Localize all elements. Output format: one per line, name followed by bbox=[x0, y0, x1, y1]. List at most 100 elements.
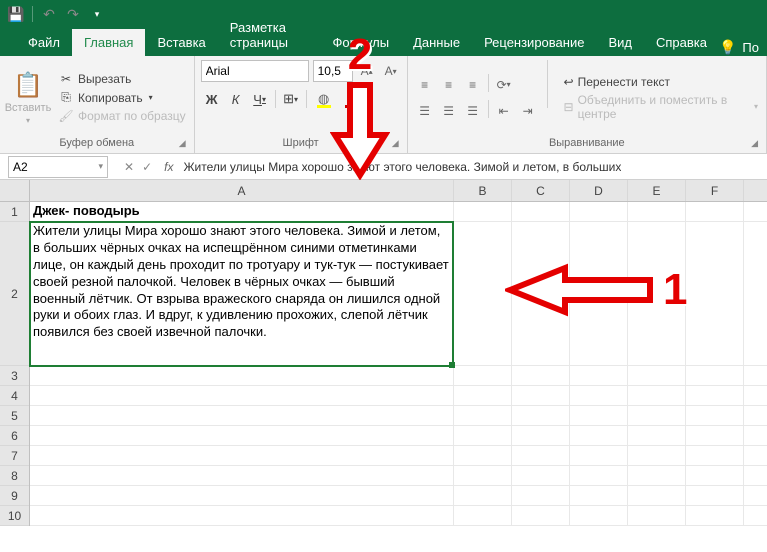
column-header[interactable]: D bbox=[570, 180, 628, 201]
qat-customize-icon[interactable]: ▾ bbox=[87, 4, 107, 24]
cell[interactable] bbox=[628, 466, 686, 486]
cell[interactable] bbox=[512, 202, 570, 222]
align-middle-button[interactable]: ≡ bbox=[438, 74, 460, 96]
redo-icon[interactable]: ↷ bbox=[63, 4, 83, 24]
cell[interactable] bbox=[454, 222, 512, 366]
row-header[interactable]: 4 bbox=[0, 386, 29, 406]
underline-button[interactable]: Ч▾ bbox=[249, 88, 271, 110]
row-header[interactable]: 10 bbox=[0, 506, 29, 526]
tab-help[interactable]: Справка bbox=[644, 29, 719, 56]
row-header-2[interactable]: 2 bbox=[0, 222, 29, 366]
formula-input[interactable]: Жители улицы Мира хорошо знают этого чел… bbox=[179, 160, 621, 174]
cell[interactable] bbox=[570, 466, 628, 486]
tab-file[interactable]: Файл bbox=[16, 29, 72, 56]
font-name-select[interactable] bbox=[201, 60, 309, 82]
tab-formulas[interactable]: Формулы bbox=[321, 29, 402, 56]
fill-color-button[interactable]: ◍ bbox=[311, 88, 337, 110]
cell[interactable] bbox=[512, 506, 570, 526]
row-header[interactable]: 7 bbox=[0, 446, 29, 466]
cell[interactable] bbox=[628, 486, 686, 506]
tab-pagelayout[interactable]: Разметка страницы bbox=[218, 14, 321, 56]
cell[interactable] bbox=[30, 406, 454, 425]
paste-button[interactable]: 📋 Вставить ▾ bbox=[6, 60, 50, 135]
row-header[interactable]: 8 bbox=[0, 466, 29, 486]
align-bottom-button[interactable]: ≡ bbox=[462, 74, 484, 96]
name-box[interactable]: A2 ▾ bbox=[8, 156, 108, 178]
cell[interactable] bbox=[628, 386, 686, 406]
save-icon[interactable]: 💾 bbox=[6, 4, 26, 24]
cell[interactable] bbox=[570, 506, 628, 526]
cell[interactable] bbox=[628, 366, 686, 386]
cell[interactable] bbox=[512, 446, 570, 466]
cell[interactable] bbox=[570, 386, 628, 406]
bold-button[interactable]: Ж bbox=[201, 88, 223, 110]
cell[interactable] bbox=[454, 386, 512, 406]
italic-button[interactable]: К bbox=[225, 88, 247, 110]
column-header[interactable]: E bbox=[628, 180, 686, 201]
cell[interactable] bbox=[570, 366, 628, 386]
align-right-button[interactable]: ☰ bbox=[462, 100, 484, 122]
cell-a2[interactable]: Жители улицы Мира хорошо знают этого чел… bbox=[30, 222, 454, 365]
cell[interactable] bbox=[686, 506, 744, 526]
cancel-icon[interactable]: ✕ bbox=[124, 160, 134, 174]
column-header[interactable]: F bbox=[686, 180, 744, 201]
cell[interactable] bbox=[686, 386, 744, 406]
cell[interactable] bbox=[30, 386, 454, 405]
cell[interactable] bbox=[512, 366, 570, 386]
cell[interactable] bbox=[686, 466, 744, 486]
cell[interactable] bbox=[686, 202, 744, 222]
cell[interactable] bbox=[686, 486, 744, 506]
cut-button[interactable]: ✂ Вырезать bbox=[56, 71, 188, 87]
cell[interactable] bbox=[454, 506, 512, 526]
cell[interactable] bbox=[570, 222, 628, 366]
cell[interactable] bbox=[628, 222, 686, 366]
increase-indent-button[interactable]: ⇥ bbox=[517, 100, 539, 122]
cell[interactable] bbox=[570, 406, 628, 426]
orientation-button[interactable]: ⟳▾ bbox=[493, 74, 515, 96]
fx-icon[interactable]: fx bbox=[158, 160, 179, 174]
cell[interactable] bbox=[454, 446, 512, 466]
cell[interactable] bbox=[686, 222, 744, 366]
column-header-a[interactable]: A bbox=[30, 180, 454, 201]
tell-me-label[interactable]: По bbox=[742, 40, 759, 55]
cell[interactable] bbox=[454, 202, 512, 222]
align-left-button[interactable]: ☰ bbox=[414, 100, 436, 122]
row-header[interactable]: 5 bbox=[0, 406, 29, 426]
select-all-corner[interactable] bbox=[0, 180, 29, 202]
cell[interactable] bbox=[512, 222, 570, 366]
column-header[interactable]: B bbox=[454, 180, 512, 201]
row-header[interactable]: 3 bbox=[0, 366, 29, 386]
cell-a1[interactable]: Джек- поводырь bbox=[30, 202, 454, 221]
cell[interactable] bbox=[512, 466, 570, 486]
cell[interactable] bbox=[454, 466, 512, 486]
cell[interactable] bbox=[30, 466, 454, 485]
cell[interactable] bbox=[686, 446, 744, 466]
cell[interactable] bbox=[628, 426, 686, 446]
row-header-1[interactable]: 1 bbox=[0, 202, 29, 222]
tab-review[interactable]: Рецензирование bbox=[472, 29, 596, 56]
row-header[interactable]: 9 bbox=[0, 486, 29, 506]
cell[interactable] bbox=[30, 506, 454, 525]
cell[interactable] bbox=[30, 486, 454, 505]
cell[interactable] bbox=[570, 486, 628, 506]
cell[interactable] bbox=[454, 366, 512, 386]
cell[interactable] bbox=[512, 386, 570, 406]
undo-icon[interactable]: ↶ bbox=[39, 4, 59, 24]
tab-home[interactable]: Главная bbox=[72, 29, 145, 56]
grow-font-button[interactable]: A▴ bbox=[357, 60, 377, 82]
cell[interactable] bbox=[686, 366, 744, 386]
tab-data[interactable]: Данные bbox=[401, 29, 472, 56]
cell[interactable] bbox=[628, 406, 686, 426]
font-color-button[interactable]: A bbox=[339, 88, 365, 110]
cell[interactable] bbox=[30, 426, 454, 445]
align-center-button[interactable]: ☰ bbox=[438, 100, 460, 122]
tab-insert[interactable]: Вставка bbox=[145, 29, 217, 56]
row-header[interactable]: 6 bbox=[0, 426, 29, 446]
cell[interactable] bbox=[512, 486, 570, 506]
column-header[interactable]: C bbox=[512, 180, 570, 201]
font-size-select[interactable] bbox=[313, 60, 353, 82]
format-painter-button[interactable]: 🖌 Формат по образцу bbox=[56, 108, 188, 124]
cell[interactable] bbox=[628, 202, 686, 222]
align-top-button[interactable]: ≡ bbox=[414, 74, 436, 96]
wrap-text-button[interactable]: ↩ Перенести текст bbox=[562, 74, 760, 90]
